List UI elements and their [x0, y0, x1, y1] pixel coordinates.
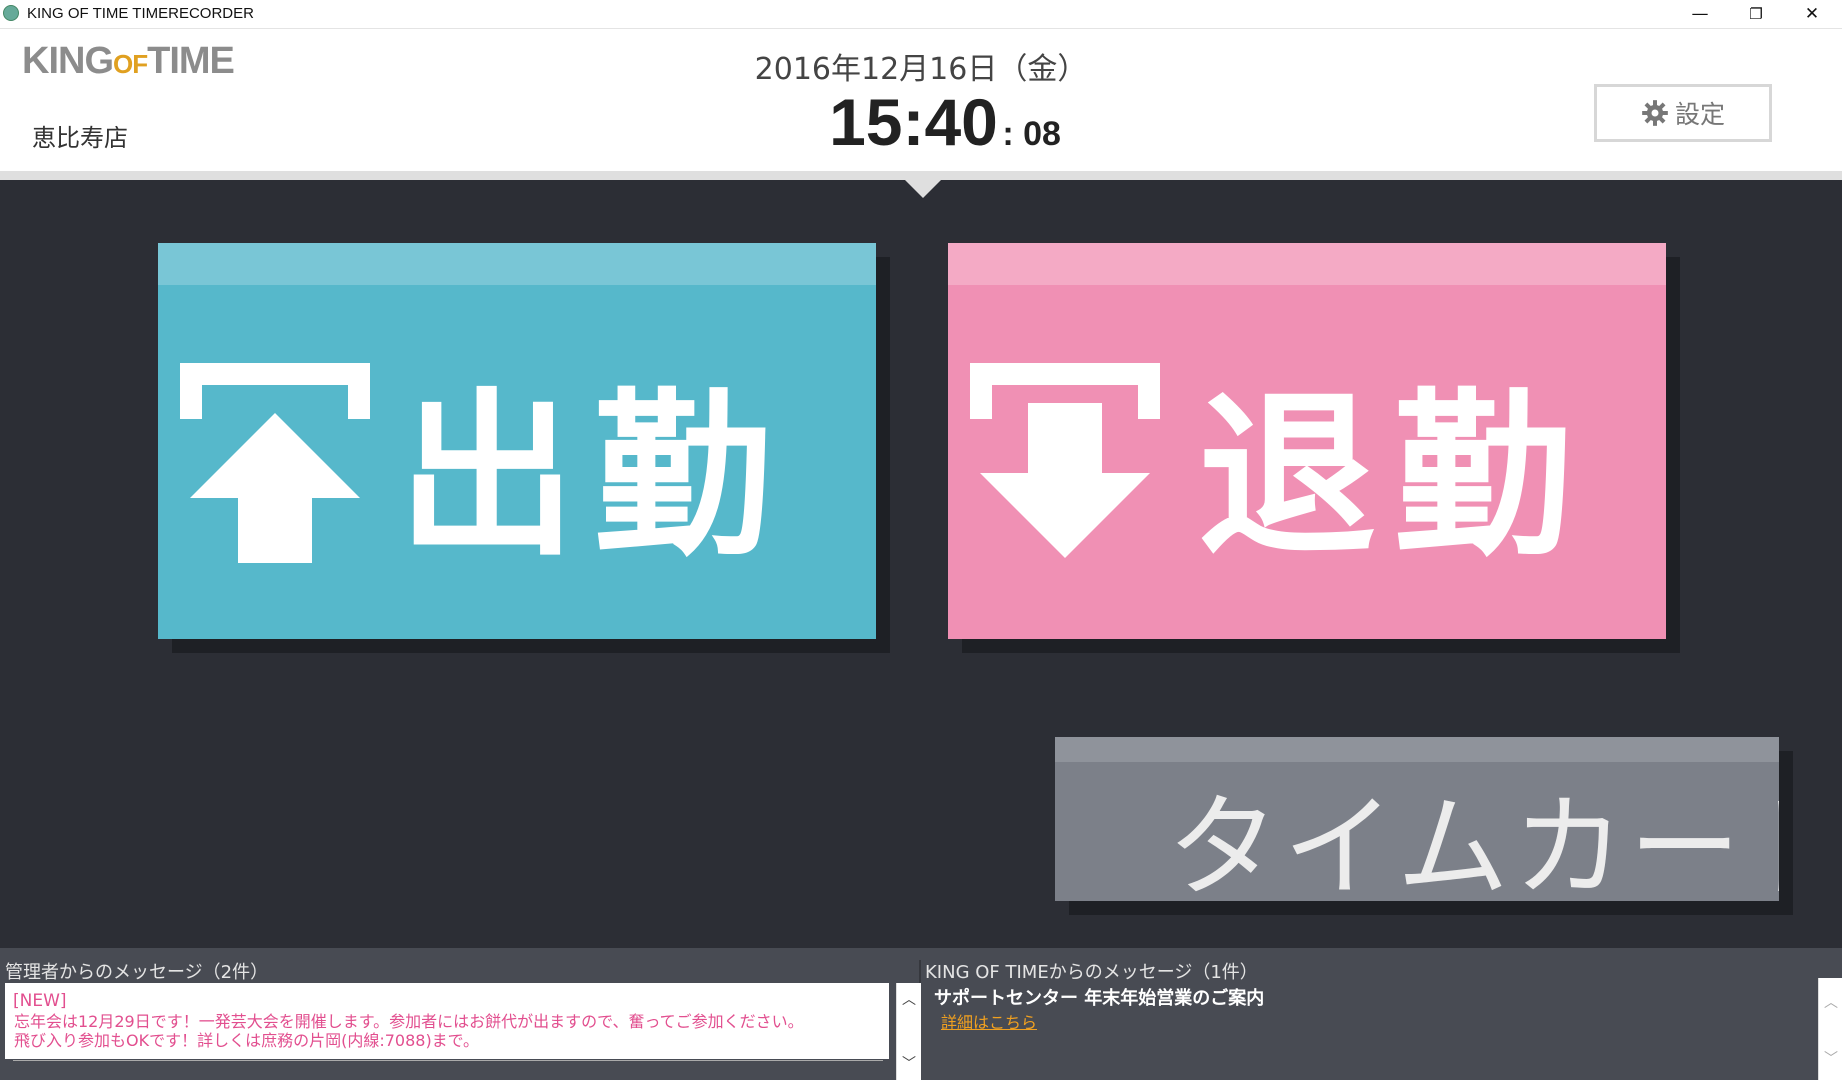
clock-in-label: 出勤 — [398, 373, 790, 580]
clock-in-top-band — [158, 243, 876, 285]
minimize-button[interactable]: — — [1672, 0, 1728, 28]
current-date: 2016年12月16日（金） — [754, 52, 1088, 87]
admin-messages-box: [NEW] 忘年会は12月29日です！一発芸大会を開催します。参加者にはお餅代が… — [5, 983, 889, 1061]
kot-messages-scrollbar[interactable]: ︿ ﹀ — [1818, 978, 1842, 1080]
details-link[interactable]: 詳細はこちら — [941, 1009, 1037, 1033]
header-notch — [905, 180, 941, 198]
timecard-button[interactable]: タイムカード — [1055, 737, 1779, 901]
arrow-up-icon — [180, 363, 370, 563]
admin-message-line-1: 忘年会は12月29日です！一発芸大会を開催します。参加者にはお餅代が出ますので、… — [14, 1012, 804, 1031]
admin-messages-title: 管理者からのメッセージ（2件） — [5, 962, 269, 983]
kot-message-headline: サポートセンター 年末年始営業のご案内 — [934, 988, 1265, 1009]
scroll-down-icon[interactable]: ﹀ — [1819, 1048, 1842, 1068]
clock-out-button[interactable]: 退勤 — [948, 243, 1666, 639]
close-button[interactable]: ✕ — [1784, 0, 1840, 28]
restore-button[interactable]: ❐ — [1728, 0, 1784, 28]
gear-icon — [1642, 100, 1668, 126]
settings-button[interactable]: 設定 — [1594, 84, 1772, 142]
scroll-up-icon[interactable]: ︿ — [1819, 992, 1842, 1012]
scroll-up-icon[interactable]: ︿ — [897, 989, 921, 1009]
title-bar: KING OF TIME TIMERECORDER — ❐ ✕ — [0, 0, 1842, 29]
settings-label: 設定 — [1674, 100, 1725, 129]
kot-messages-box: サポートセンター 年末年始営業のご案内 詳細はこちら — [921, 983, 1818, 1080]
time-seconds: : 08 — [1002, 115, 1061, 153]
new-badge: [NEW] — [13, 991, 67, 1011]
window-title: KING OF TIME TIMERECORDER — [27, 5, 254, 22]
admin-message-line-2: 飛び入り参加もOKです！詳しくは庶務の片岡(内線:7088)まで。 — [14, 1031, 480, 1050]
scroll-down-icon[interactable]: ﹀ — [897, 1053, 921, 1073]
app-icon — [3, 5, 19, 21]
clock-out-label: 退勤 — [1198, 373, 1590, 580]
time-hours-minutes: 15:40 — [829, 85, 998, 159]
arrow-down-icon — [970, 363, 1160, 558]
clock-out-top-band — [948, 243, 1666, 285]
clock-in-button[interactable]: 出勤 — [158, 243, 876, 639]
admin-messages-scrollbar[interactable]: ︿ ﹀ — [896, 983, 921, 1080]
message-separator — [13, 1060, 883, 1061]
kot-messages-title: KING OF TIMEからのメッセージ（1件） — [925, 962, 1258, 983]
header-divider — [0, 171, 1842, 180]
timecard-label: タイムカード — [1167, 783, 1779, 901]
current-time: 15:40 : 08 — [0, 84, 1842, 160]
